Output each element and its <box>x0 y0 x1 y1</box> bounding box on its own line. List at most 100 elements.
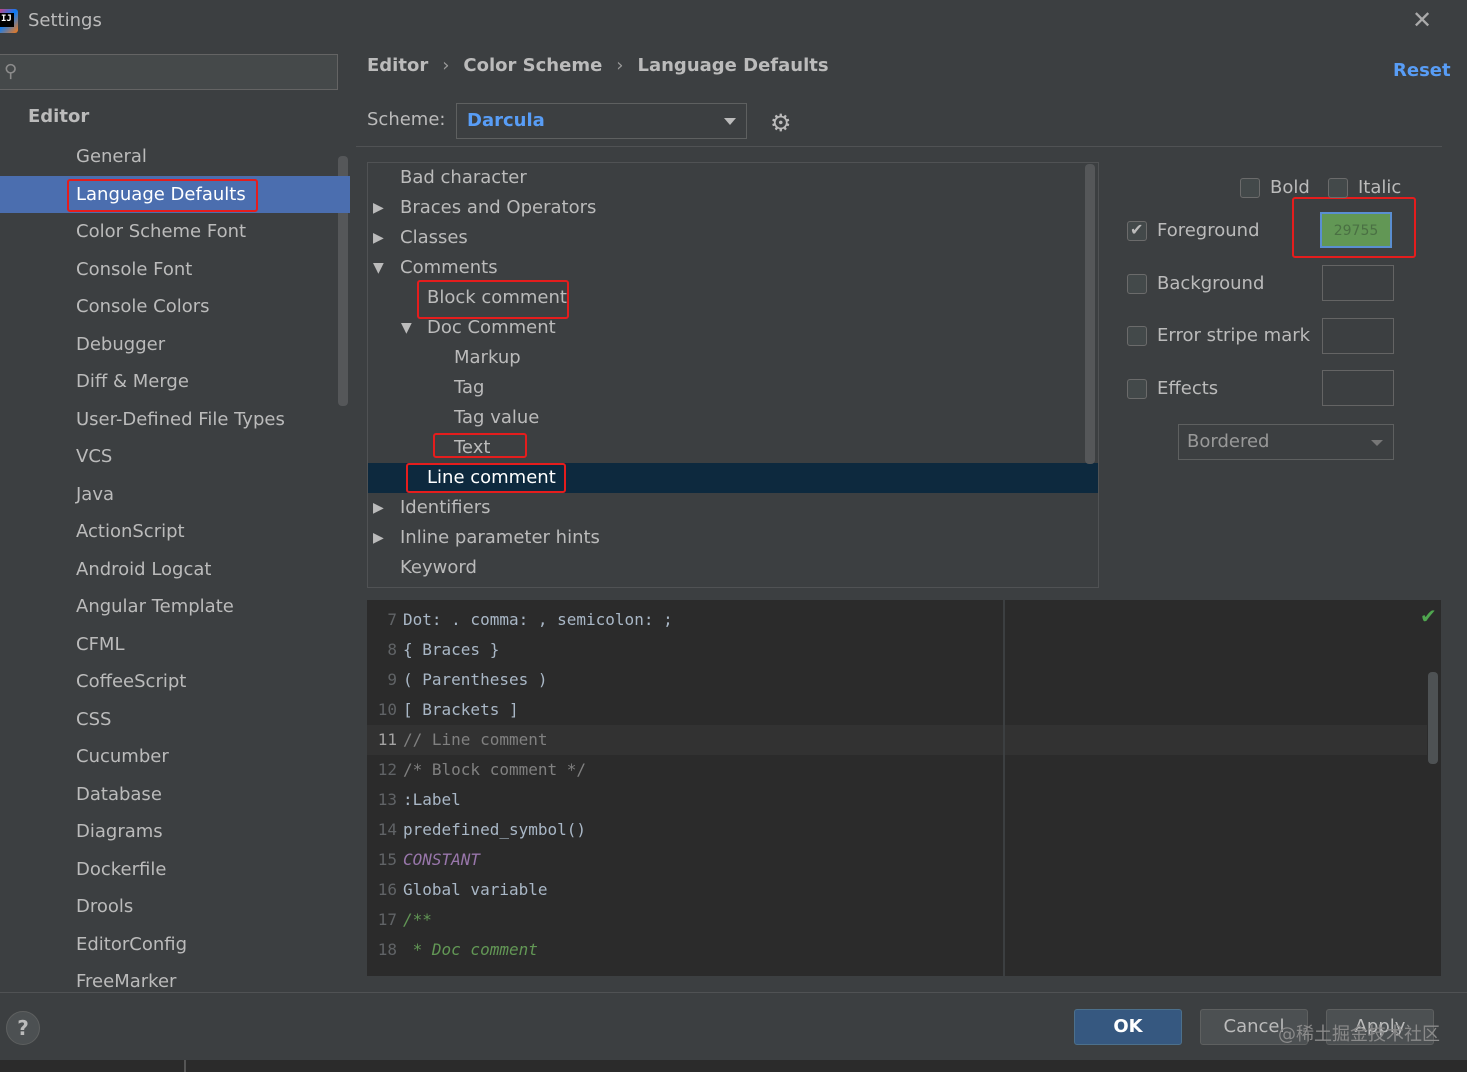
code-line: 7 Dot: . comma: , semicolon: ; <box>367 605 1427 635</box>
tree-row[interactable]: Tag <box>368 373 1098 403</box>
sidebar-item[interactable]: Console Colors <box>0 288 350 325</box>
collapsed-triangle-icon[interactable]: ▶ <box>373 193 384 223</box>
breadcrumb-editor[interactable]: Editor <box>367 55 428 76</box>
scheme-select[interactable]: Darcula <box>456 103 747 139</box>
sidebar-item[interactable]: CoffeeScript <box>0 663 350 700</box>
sidebar-item[interactable]: Android Logcat <box>0 551 350 588</box>
preview-scrollbar[interactable] <box>1428 672 1438 764</box>
sidebar-item[interactable]: Debugger <box>0 326 350 363</box>
breadcrumb-color-scheme[interactable]: Color Scheme <box>463 55 602 76</box>
sidebar-item[interactable]: VCS <box>0 438 350 475</box>
tree-row-label: Tag <box>454 377 485 398</box>
sidebar-item[interactable]: Language Defaults <box>0 175 350 213</box>
tree-row[interactable]: ▼ Doc Comment <box>368 313 1098 343</box>
sidebar-item[interactable]: ActionScript <box>0 513 350 550</box>
tree-row[interactable]: Bad character <box>368 163 1098 193</box>
background-label: Background <box>1157 273 1265 294</box>
line-number: 17 <box>377 910 397 929</box>
effects-type-select[interactable]: Bordered <box>1178 424 1394 460</box>
line-number: 15 <box>377 850 397 869</box>
reset-link[interactable]: Reset <box>1393 60 1451 81</box>
background-checkbox[interactable] <box>1127 274 1147 294</box>
collapsed-triangle-icon[interactable]: ▶ <box>373 523 384 553</box>
foreground-color-swatch[interactable]: 29755 <box>1320 212 1392 248</box>
tree-row-label: Doc Comment <box>427 317 556 338</box>
scheme-value: Darcula <box>467 110 545 131</box>
expanded-triangle-icon[interactable]: ▼ <box>373 253 384 283</box>
search-icon: ⚲ <box>4 61 18 82</box>
tree-row[interactable]: ▶ Braces and Operators <box>368 193 1098 223</box>
tree-row-label: Tag value <box>454 407 540 428</box>
sidebar-item[interactable]: CFML <box>0 626 350 663</box>
sidebar-item[interactable]: Dockerfile <box>0 851 350 888</box>
sidebar-item[interactable]: FreeMarker <box>0 963 350 1000</box>
tree-row[interactable]: Keyword <box>368 553 1098 583</box>
color-attributes-tree: Bad character ▶ Braces and Operators ▶ Class… <box>367 162 1099 588</box>
tree-row[interactable]: Markup <box>368 343 1098 373</box>
effects-checkbox[interactable] <box>1127 379 1147 399</box>
tree-row-label: Braces and Operators <box>400 197 597 218</box>
tree-row-label: Text <box>454 437 491 458</box>
tree-row[interactable]: Line comment <box>368 463 1098 493</box>
error-stripe-checkbox[interactable] <box>1127 326 1147 346</box>
line-number: 11 <box>377 730 397 749</box>
code-line: 14 predefined_symbol() <box>367 815 1427 845</box>
sidebar-section-editor[interactable]: Editor <box>28 106 89 127</box>
tree-row[interactable]: ▶ Classes <box>368 223 1098 253</box>
tree-row-label: Inline parameter hints <box>400 527 600 548</box>
background-color-swatch[interactable] <box>1322 265 1394 301</box>
expanded-triangle-icon[interactable]: ▼ <box>401 313 412 343</box>
sidebar-item[interactable]: Console Font <box>0 251 350 288</box>
code-line: 15 CONSTANT <box>367 845 1427 875</box>
sidebar-item[interactable]: Diff & Merge <box>0 363 350 400</box>
collapsed-triangle-icon[interactable]: ▶ <box>373 493 384 523</box>
code-text: * Doc comment <box>403 940 538 959</box>
code-line: 16 Global variable <box>367 875 1427 905</box>
effects-label: Effects <box>1157 378 1219 399</box>
tree-row-label: Classes <box>400 227 468 248</box>
sidebar-item[interactable]: Database <box>0 776 350 813</box>
sidebar-item[interactable]: CSS <box>0 701 350 738</box>
close-icon[interactable]: ✕ <box>1408 6 1436 34</box>
sidebar-item[interactable]: General <box>0 138 350 175</box>
tree-row[interactable]: Text <box>368 433 1098 463</box>
help-button[interactable]: ? <box>6 1011 40 1045</box>
collapsed-triangle-icon[interactable]: ▶ <box>373 223 384 253</box>
code-line: 13:Label <box>367 785 1427 815</box>
sidebar-item[interactable]: Diagrams <box>0 813 350 850</box>
tree-scrollbar[interactable] <box>1085 164 1095 464</box>
line-number: 12 <box>377 760 397 779</box>
tree-row[interactable]: ▼ Comments <box>368 253 1098 283</box>
gear-icon[interactable]: ⚙ <box>770 109 792 137</box>
error-stripe-color-swatch[interactable] <box>1322 318 1394 354</box>
code-text: predefined_symbol() <box>403 820 587 839</box>
bold-checkbox[interactable] <box>1240 178 1260 198</box>
code-preview[interactable]: 7 Dot: . comma: , semicolon: ; 8 { Braces }… <box>367 600 1441 976</box>
tree-row[interactable]: Block comment <box>368 283 1098 313</box>
tree-row[interactable]: Tag value <box>368 403 1098 433</box>
sidebar-item[interactable]: EditorConfig <box>0 926 350 963</box>
ok-button[interactable]: OK <box>1074 1009 1182 1045</box>
settings-search-input[interactable]: ⚲ <box>0 54 338 90</box>
effects-color-swatch[interactable] <box>1322 370 1394 406</box>
tree-row[interactable]: ▶ Identifiers <box>368 493 1098 523</box>
italic-checkbox[interactable] <box>1328 178 1348 198</box>
tree-row[interactable]: ▶ Inline parameter hints <box>368 523 1098 553</box>
line-number: 7 <box>387 610 397 629</box>
sidebar-item[interactable]: User-Defined File Types <box>0 401 350 438</box>
chevron-down-icon <box>724 118 736 125</box>
sidebar-item[interactable]: Cucumber <box>0 738 350 775</box>
sidebar-item[interactable]: Java <box>0 476 350 513</box>
sidebar-item[interactable]: Drools <box>0 888 350 925</box>
error-stripe-label: Error stripe mark <box>1157 325 1311 346</box>
effects-type-value: Bordered <box>1187 431 1270 452</box>
foreground-checkbox[interactable] <box>1127 220 1147 241</box>
code-text: Dot: . comma: , semicolon: ; <box>403 610 673 629</box>
tree-row-label: Keyword <box>400 557 477 578</box>
sidebar-item[interactable]: Angular Template <box>0 588 350 625</box>
logo-text: IJ <box>0 13 14 27</box>
chevron-down-icon <box>1371 440 1383 446</box>
scheme-label: Scheme: <box>367 109 446 130</box>
sidebar-item[interactable]: Color Scheme Font <box>0 213 350 250</box>
tree-row-label: Block comment <box>427 287 567 308</box>
